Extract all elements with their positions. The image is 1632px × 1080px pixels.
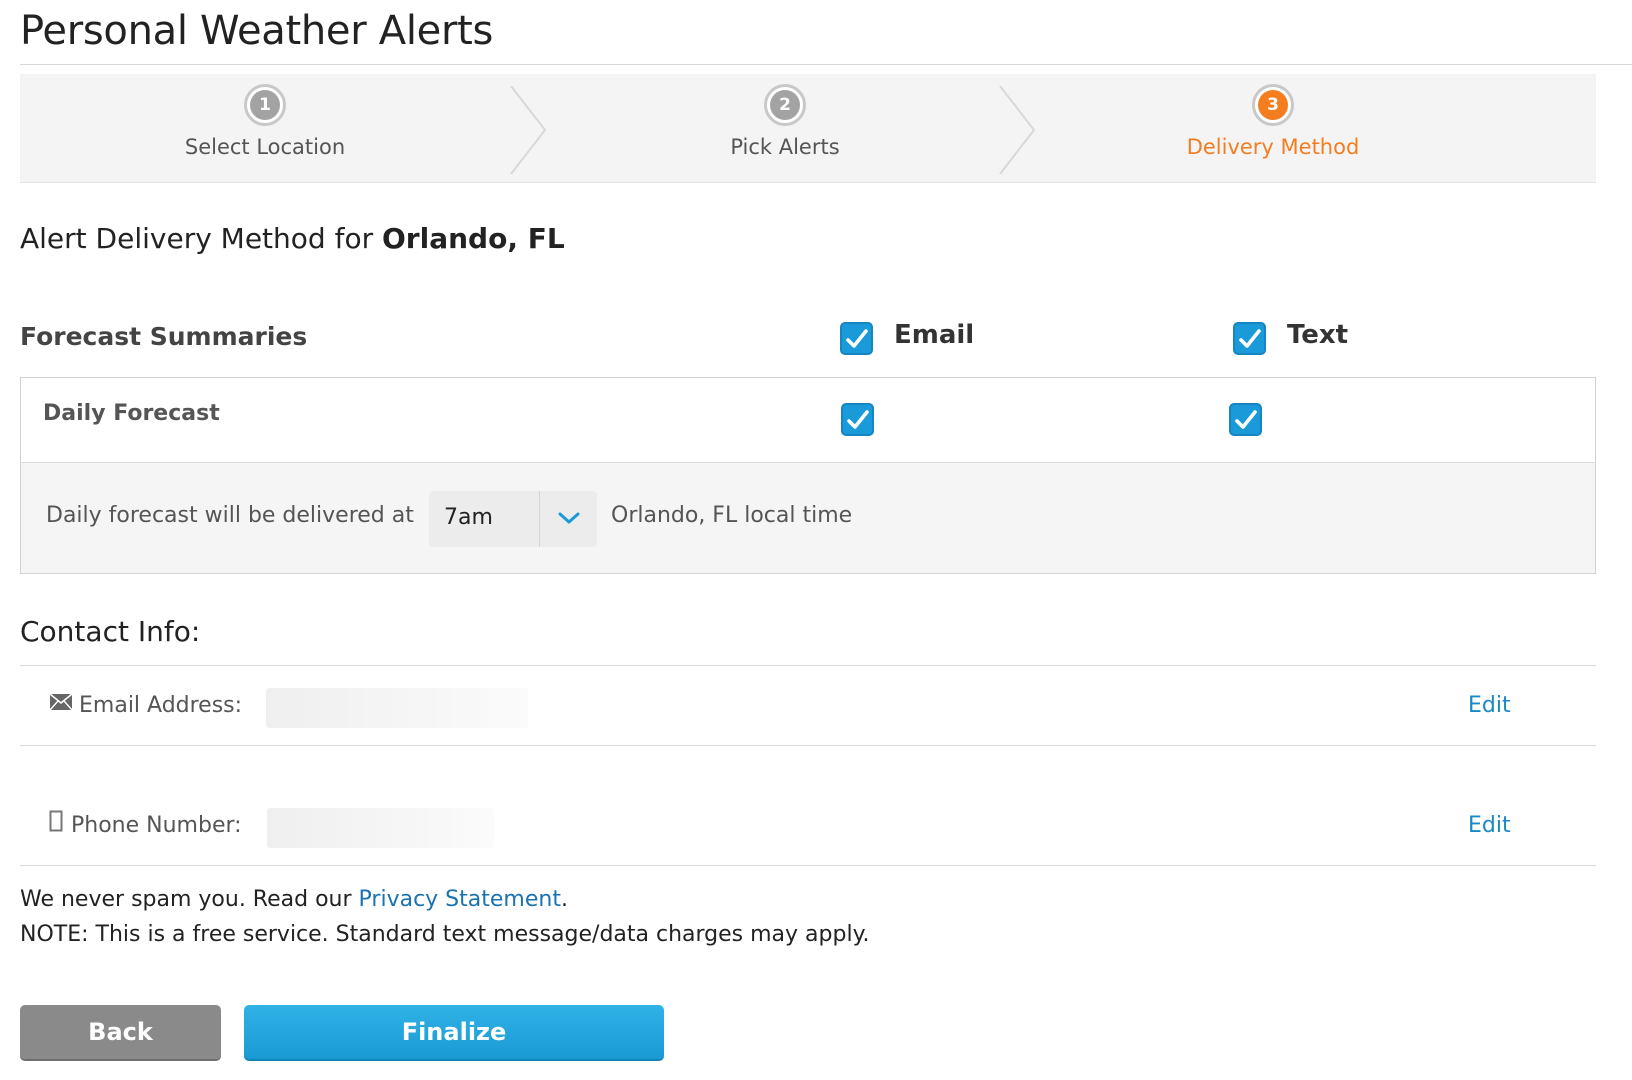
spam-notice-suffix: . (560, 887, 568, 912)
forecast-panel: Daily Forecast Daily forecast will be de… (20, 377, 1596, 574)
edit-email-link[interactable]: Edit (1468, 693, 1511, 718)
daily-forecast-label: Daily Forecast (43, 401, 220, 426)
step-number: 1 (250, 90, 280, 120)
phone-contact-row: Phone Number: Edit (20, 803, 1596, 863)
step-label: Delivery Method (1186, 135, 1360, 159)
divider (20, 865, 1596, 866)
heading-location: Orlando, FL (382, 222, 565, 255)
step-delivery-method[interactable]: 3 Delivery Method (1038, 74, 1508, 183)
email-column-label: Email (894, 320, 975, 350)
delivery-method-heading: Alert Delivery Method for Orlando, FL (20, 222, 565, 255)
phone-number-label: Phone Number: (71, 813, 242, 838)
step-pick-alerts[interactable]: 2 Pick Alerts (550, 74, 1020, 183)
daily-forecast-row: Daily Forecast (21, 378, 1595, 463)
step-number: 2 (770, 90, 800, 120)
progress-stepper: 1 Select Location 2 Pick Alerts 3 Delive… (20, 74, 1596, 183)
daily-forecast-text-checkbox[interactable] (1229, 403, 1262, 436)
mobile-phone-icon (49, 810, 63, 832)
text-column-label: Text (1287, 320, 1349, 350)
checkmark-icon (846, 329, 868, 348)
email-address-label: Email Address: (79, 693, 243, 718)
checkmark-icon (847, 410, 869, 429)
checkmark-icon (1235, 410, 1257, 429)
divider (20, 665, 1596, 666)
delivery-time-row: Daily forecast will be delivered at 7am … (21, 463, 1595, 573)
delivery-time-select[interactable]: 7am (429, 491, 597, 547)
select-divider (539, 491, 540, 547)
step-label: Select Location (184, 135, 346, 159)
chevron-down-icon (558, 512, 580, 524)
spam-notice: We never spam you. Read our Privacy Stat… (20, 887, 568, 912)
delivery-time-prefix: Daily forecast will be delivered at (46, 503, 414, 528)
step-number-circle: 1 (244, 84, 286, 126)
charges-note: NOTE: This is a free service. Standard t… (20, 922, 870, 947)
chevron-right-icon (510, 86, 547, 174)
heading-prefix: Alert Delivery Method for (20, 222, 382, 255)
edit-phone-link[interactable]: Edit (1468, 813, 1511, 838)
step-number: 3 (1258, 90, 1288, 120)
spam-notice-prefix: We never spam you. Read our (20, 887, 359, 912)
step-number-circle: 3 (1252, 84, 1294, 126)
envelope-icon (49, 693, 73, 711)
step-number-circle: 2 (764, 84, 806, 126)
delivery-time-suffix: Orlando, FL local time (611, 503, 853, 528)
email-contact-row: Email Address: Edit (20, 683, 1596, 743)
chevron-right-icon (999, 86, 1036, 174)
email-all-checkbox[interactable] (840, 322, 873, 355)
email-address-value (266, 688, 528, 728)
step-select-location[interactable]: 1 Select Location (20, 74, 510, 183)
text-all-checkbox[interactable] (1233, 322, 1266, 355)
phone-number-value (267, 808, 494, 848)
back-button[interactable]: Back (20, 1005, 221, 1061)
step-label: Pick Alerts (730, 135, 840, 159)
finalize-button[interactable]: Finalize (244, 1005, 664, 1061)
privacy-statement-link[interactable]: Privacy Statement (359, 887, 561, 912)
daily-forecast-email-checkbox[interactable] (841, 403, 874, 436)
title-divider (20, 64, 1632, 65)
forecast-summaries-title: Forecast Summaries (20, 322, 308, 351)
delivery-time-value: 7am (444, 505, 493, 530)
checkmark-icon (1239, 329, 1261, 348)
divider (20, 745, 1596, 746)
contact-info-heading: Contact Info: (20, 615, 201, 648)
page-title: Personal Weather Alerts (20, 8, 494, 54)
